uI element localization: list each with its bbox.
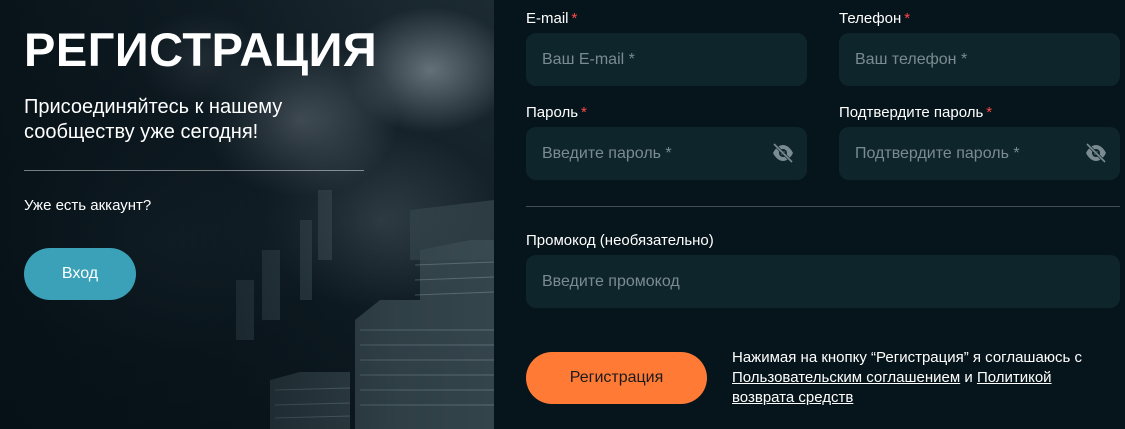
promo-label: Промокод (необязательно) bbox=[526, 232, 714, 249]
password-field-box bbox=[526, 127, 807, 180]
form-divider bbox=[526, 206, 1120, 207]
register-button[interactable]: Регистрация bbox=[526, 352, 707, 404]
agreement-text: Нажимая на кнопку “Регистрация” я соглаш… bbox=[732, 348, 1112, 408]
email-field-box bbox=[526, 33, 807, 86]
password-label-text: Пароль bbox=[526, 104, 579, 121]
hero-divider bbox=[24, 170, 364, 171]
agreement-conjunction: и bbox=[964, 369, 973, 386]
phone-field-box bbox=[839, 33, 1120, 86]
required-mark: * bbox=[581, 104, 587, 121]
confirm-password-label-text: Подтвердите пароль bbox=[839, 104, 984, 121]
confirm-password-field-box bbox=[839, 127, 1120, 180]
email-label-text: E-mail bbox=[526, 10, 569, 27]
agreement-prefix: Нажимая на кнопку “Регистрация” я соглаш… bbox=[732, 349, 1083, 366]
email-input[interactable] bbox=[526, 33, 807, 86]
eye-off-icon[interactable] bbox=[1084, 143, 1108, 163]
email-label: E-mail * bbox=[526, 10, 577, 27]
confirm-password-label: Подтвердите пароль * bbox=[839, 104, 992, 121]
page-title: РЕГИСТРАЦИЯ bbox=[24, 23, 378, 76]
confirm-password-input[interactable] bbox=[839, 127, 1120, 180]
account-prompt: Уже есть аккаунт? bbox=[24, 197, 152, 214]
phone-label-text: Телефон bbox=[839, 10, 902, 27]
required-mark: * bbox=[986, 104, 993, 121]
required-mark: * bbox=[904, 10, 911, 27]
password-label: Пароль * bbox=[526, 104, 587, 121]
promo-field-box bbox=[526, 255, 1120, 308]
required-mark: * bbox=[571, 10, 578, 27]
user-agreement-link[interactable]: Пользовательским соглашением bbox=[732, 369, 960, 386]
password-input[interactable] bbox=[526, 127, 807, 180]
login-button[interactable]: Вход bbox=[24, 248, 136, 300]
phone-input[interactable] bbox=[839, 33, 1120, 86]
hero-subtitle: Присоединяйтесь к нашему сообществу уже … bbox=[24, 96, 283, 143]
eye-off-icon[interactable] bbox=[771, 143, 795, 163]
promo-input[interactable] bbox=[526, 255, 1120, 308]
hero-panel: РЕГИСТРАЦИЯ Присоединяйтесь к нашему соо… bbox=[0, 0, 494, 429]
phone-label: Телефон * bbox=[839, 10, 910, 27]
